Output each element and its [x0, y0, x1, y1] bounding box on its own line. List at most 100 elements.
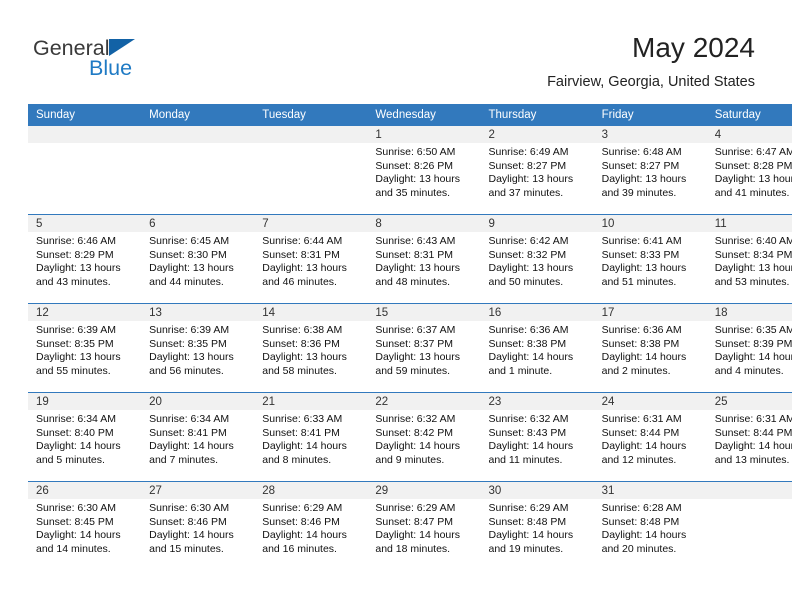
calendar-day-cell[interactable]: 17 Sunrise: 6:36 AM Sunset: 8:38 PM Dayligh…: [593, 303, 707, 393]
day-details: Sunrise: 6:41 AM Sunset: 8:33 PM Daylight:…: [594, 232, 707, 289]
daylight-text-line1: Daylight: 14 hours: [488, 529, 574, 542]
daylight-text-line1: Daylight: 13 hours: [36, 351, 121, 364]
calendar-day-cell-empty: [28, 126, 142, 215]
sunset-text: Sunset: 8:30 PM: [149, 248, 227, 261]
calendar-day-cell[interactable]: 15 Sunrise: 6:37 AM Sunset: 8:37 PM Dayligh…: [367, 303, 481, 393]
calendar-day-cell[interactable]: 2 Sunrise: 6:49 AM Sunset: 8:27 PM Daylight…: [480, 126, 594, 215]
calendar-week-row: 26 Sunrise: 6:30 AM Sunset: 8:45 PM Dayligh…: [28, 481, 792, 570]
sunrise-text: Sunrise: 6:29 AM: [262, 502, 343, 514]
day-details: Sunrise: 6:42 AM Sunset: 8:32 PM Daylight:…: [481, 232, 594, 289]
calendar-day-cell[interactable]: 19 Sunrise: 6:34 AM Sunset: 8:40 PM Dayligh…: [28, 392, 142, 482]
calendar-week-row: 5 Sunrise: 6:46 AM Sunset: 8:29 PM Daylight…: [28, 214, 792, 304]
daylight-text-line1: Daylight: 14 hours: [375, 440, 461, 453]
day-number: [706, 482, 792, 499]
calendar-day-cell[interactable]: 13 Sunrise: 6:39 AM Sunset: 8:35 PM Dayligh…: [141, 303, 255, 393]
sunrise-text: Sunrise: 6:36 AM: [488, 324, 569, 336]
calendar-day-cell[interactable]: 11 Sunrise: 6:40 AM Sunset: 8:34 PM Dayligh…: [706, 214, 792, 304]
daylight-text-line1: Daylight: 13 hours: [714, 173, 792, 186]
calendar-day-cell[interactable]: 30 Sunrise: 6:29 AM Sunset: 8:48 PM Dayligh…: [480, 481, 594, 570]
daylight-text-line2: and 7 minutes.: [149, 453, 219, 466]
general-blue-logo[interactable]: General Blue: [33, 36, 233, 86]
daylight-text-line2: and 53 minutes.: [714, 275, 790, 288]
day-details: Sunrise: 6:30 AM Sunset: 8:46 PM Daylight:…: [141, 499, 254, 556]
daylight-text-line1: Daylight: 13 hours: [488, 173, 574, 186]
day-number: 14: [254, 304, 368, 321]
calendar-day-cell[interactable]: 10 Sunrise: 6:41 AM Sunset: 8:33 PM Dayligh…: [593, 214, 707, 304]
day-details: Sunrise: 6:32 AM Sunset: 8:43 PM Daylight:…: [481, 410, 594, 467]
calendar-day-cell[interactable]: 12 Sunrise: 6:39 AM Sunset: 8:35 PM Dayligh…: [28, 303, 142, 393]
daylight-text-line1: Daylight: 14 hours: [149, 440, 234, 453]
day-number: 25: [706, 393, 792, 410]
day-details: Sunrise: 6:47 AM Sunset: 8:28 PM Daylight:…: [707, 143, 792, 200]
weekday-header-friday: Friday: [593, 104, 707, 126]
day-number: 18: [706, 304, 792, 321]
daylight-text-line1: Daylight: 14 hours: [262, 440, 347, 453]
day-number: 6: [141, 215, 255, 232]
calendar-day-cell[interactable]: 6 Sunrise: 6:45 AM Sunset: 8:30 PM Daylight…: [141, 214, 255, 304]
title-block: May 2024 Fairview, Georgia, United State…: [547, 32, 755, 91]
day-details: Sunrise: 6:32 AM Sunset: 8:42 PM Daylight:…: [367, 410, 480, 467]
daylight-text-line2: and 2 minutes.: [601, 364, 671, 377]
calendar-day-cell[interactable]: 3 Sunrise: 6:48 AM Sunset: 8:27 PM Daylight…: [593, 126, 707, 215]
sunset-text: Sunset: 8:46 PM: [149, 515, 227, 528]
sunrise-text: Sunrise: 6:40 AM: [714, 235, 792, 247]
day-number: 30: [480, 482, 594, 499]
sunrise-text: Sunrise: 6:45 AM: [149, 235, 230, 247]
calendar-day-cell[interactable]: 27 Sunrise: 6:30 AM Sunset: 8:46 PM Dayligh…: [141, 481, 255, 570]
daylight-text-line1: Daylight: 14 hours: [36, 440, 121, 453]
daylight-text-line2: and 43 minutes.: [36, 275, 111, 288]
sunrise-text: Sunrise: 6:39 AM: [149, 324, 230, 336]
calendar-day-cell[interactable]: 8 Sunrise: 6:43 AM Sunset: 8:31 PM Daylight…: [367, 214, 481, 304]
day-number: 13: [141, 304, 255, 321]
calendar-day-cell[interactable]: 9 Sunrise: 6:42 AM Sunset: 8:32 PM Daylight…: [480, 214, 594, 304]
daylight-text-line1: Daylight: 14 hours: [488, 351, 574, 364]
day-number: 1: [367, 126, 481, 143]
calendar-day-cell[interactable]: 16 Sunrise: 6:36 AM Sunset: 8:38 PM Dayligh…: [480, 303, 594, 393]
calendar-day-cell[interactable]: 4 Sunrise: 6:47 AM Sunset: 8:28 PM Daylight…: [706, 126, 792, 215]
calendar-day-cell[interactable]: 21 Sunrise: 6:33 AM Sunset: 8:41 PM Dayligh…: [254, 392, 368, 482]
day-details: Sunrise: 6:45 AM Sunset: 8:30 PM Daylight:…: [141, 232, 254, 289]
calendar-day-cell[interactable]: 28 Sunrise: 6:29 AM Sunset: 8:46 PM Dayligh…: [254, 481, 368, 570]
calendar-day-cell[interactable]: 20 Sunrise: 6:34 AM Sunset: 8:41 PM Dayligh…: [141, 392, 255, 482]
calendar-day-cell[interactable]: 18 Sunrise: 6:35 AM Sunset: 8:39 PM Dayligh…: [706, 303, 792, 393]
calendar-day-cell[interactable]: 24 Sunrise: 6:31 AM Sunset: 8:44 PM Dayligh…: [593, 392, 707, 482]
daylight-text-line2: and 39 minutes.: [601, 186, 677, 199]
sunset-text: Sunset: 8:31 PM: [262, 248, 340, 261]
sunset-text: Sunset: 8:45 PM: [36, 515, 114, 528]
weekday-header-monday: Monday: [141, 104, 255, 126]
calendar-day-cell[interactable]: 25 Sunrise: 6:31 AM Sunset: 8:44 PM Dayligh…: [706, 392, 792, 482]
daylight-text-line2: and 14 minutes.: [36, 542, 111, 555]
calendar-day-cell[interactable]: 31 Sunrise: 6:28 AM Sunset: 8:48 PM Dayligh…: [593, 481, 707, 570]
daylight-text-line2: and 41 minutes.: [714, 186, 790, 199]
day-details: Sunrise: 6:29 AM Sunset: 8:46 PM Daylight:…: [254, 499, 367, 556]
sunset-text: Sunset: 8:35 PM: [36, 337, 114, 350]
daylight-text-line2: and 48 minutes.: [375, 275, 451, 288]
day-number: 29: [367, 482, 481, 499]
calendar-day-cell[interactable]: 22 Sunrise: 6:32 AM Sunset: 8:42 PM Dayligh…: [367, 392, 481, 482]
sunrise-text: Sunrise: 6:44 AM: [262, 235, 343, 247]
daylight-text-line1: Daylight: 14 hours: [714, 440, 792, 453]
day-number: 21: [254, 393, 368, 410]
sunrise-text: Sunrise: 6:49 AM: [488, 146, 569, 158]
daylight-text-line2: and 15 minutes.: [149, 542, 224, 555]
day-details: Sunrise: 6:38 AM Sunset: 8:36 PM Daylight:…: [254, 321, 367, 378]
sunset-text: Sunset: 8:46 PM: [262, 515, 340, 528]
day-number: 2: [480, 126, 594, 143]
day-number: 22: [367, 393, 481, 410]
calendar-day-cell[interactable]: 23 Sunrise: 6:32 AM Sunset: 8:43 PM Dayligh…: [480, 392, 594, 482]
daylight-text-line2: and 16 minutes.: [262, 542, 337, 555]
daylight-text-line2: and 37 minutes.: [488, 186, 564, 199]
daylight-text-line1: Daylight: 13 hours: [375, 351, 461, 364]
day-number: 12: [28, 304, 142, 321]
calendar-day-cell-empty: [254, 126, 368, 215]
sunrise-text: Sunrise: 6:30 AM: [36, 502, 116, 514]
calendar-day-cell[interactable]: 7 Sunrise: 6:44 AM Sunset: 8:31 PM Daylight…: [254, 214, 368, 304]
weekday-header-wednesday: Wednesday: [367, 104, 481, 126]
calendar-day-cell[interactable]: 5 Sunrise: 6:46 AM Sunset: 8:29 PM Daylight…: [28, 214, 142, 304]
calendar-day-cell[interactable]: 29 Sunrise: 6:29 AM Sunset: 8:47 PM Dayligh…: [367, 481, 481, 570]
daylight-text-line2: and 55 minutes.: [36, 364, 111, 377]
calendar-day-cell[interactable]: 1 Sunrise: 6:50 AM Sunset: 8:26 PM Daylight…: [367, 126, 481, 215]
day-details: Sunrise: 6:34 AM Sunset: 8:41 PM Daylight:…: [141, 410, 254, 467]
calendar-day-cell[interactable]: 14 Sunrise: 6:38 AM Sunset: 8:36 PM Dayligh…: [254, 303, 368, 393]
calendar-day-cell[interactable]: 26 Sunrise: 6:30 AM Sunset: 8:45 PM Dayligh…: [28, 481, 142, 570]
